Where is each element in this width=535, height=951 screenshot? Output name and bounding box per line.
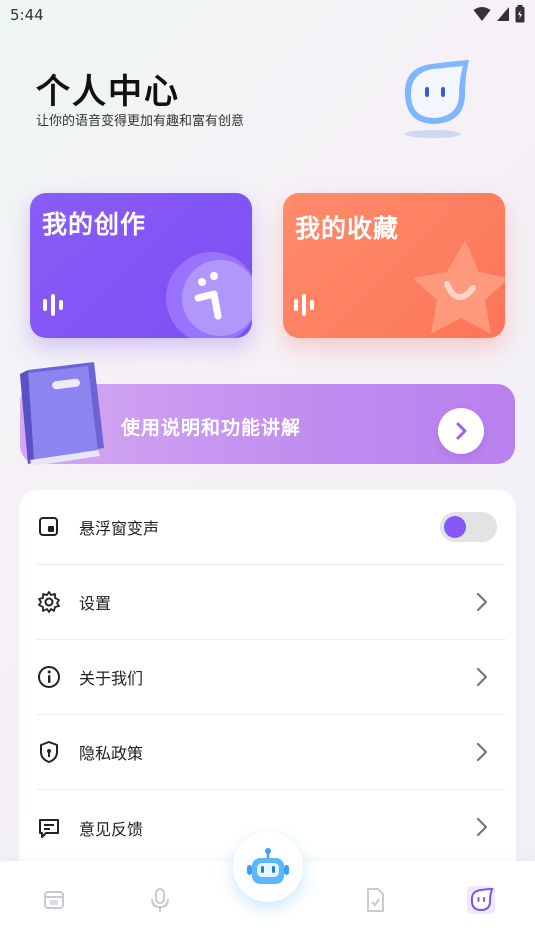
- page-title: 个人中心: [36, 72, 180, 112]
- menu-item-about[interactable]: 关于我们: [36, 640, 506, 715]
- guide-banner-text: 使用说明和功能讲解: [121, 417, 302, 439]
- menu-item-settings[interactable]: 设置: [36, 565, 506, 640]
- status-time: 5:44: [10, 6, 44, 24]
- shield-icon: [40, 741, 58, 763]
- my-creations-card[interactable]: 我的创作: [30, 193, 252, 338]
- sound-wave-icon: [294, 294, 314, 316]
- floating-window-icon: [39, 517, 58, 536]
- feedback-icon: [39, 818, 59, 838]
- signal-icon: [497, 7, 509, 21]
- menu-item-privacy[interactable]: 隐私政策: [36, 715, 506, 790]
- page-subtitle: 让你的语音变得更加有趣和富有创意: [36, 114, 245, 129]
- chevron-right-icon: [476, 592, 488, 612]
- chevron-right-icon: [476, 817, 488, 837]
- menu-item-label: 悬浮窗变声: [79, 519, 160, 538]
- toggle-knob: [444, 516, 466, 538]
- wifi-icon: [473, 7, 491, 21]
- robot-icon: [247, 848, 289, 884]
- my-favorites-title: 我的收藏: [295, 214, 400, 243]
- menu-item-label: 隐私政策: [79, 744, 144, 763]
- chevron-right-icon: [476, 667, 488, 687]
- menu-item-label: 关于我们: [79, 669, 144, 688]
- status-bar: 5:44: [0, 0, 535, 30]
- mascot-icon: [404, 60, 469, 138]
- menu-item-floating-voice[interactable]: 悬浮窗变声: [36, 490, 506, 565]
- my-creations-title: 我的创作: [42, 210, 147, 239]
- menu-item-label: 设置: [79, 594, 112, 613]
- nav-robot-button[interactable]: [233, 832, 303, 902]
- status-icons: [473, 5, 525, 23]
- star-art-icon: [413, 240, 505, 334]
- chevron-right-icon: [476, 742, 488, 762]
- battery-icon: [515, 5, 525, 23]
- menu-item-label: 意见反馈: [79, 819, 144, 839]
- gear-icon: [38, 591, 60, 613]
- nav-document-icon[interactable]: [361, 886, 389, 914]
- nav-profile-mascot-icon[interactable]: [467, 886, 495, 914]
- nav-home-icon[interactable]: [40, 886, 68, 914]
- guide-arrow-button[interactable]: [438, 408, 484, 454]
- info-icon: [38, 666, 60, 688]
- sound-wave-icon: [43, 294, 63, 316]
- my-favorites-card[interactable]: 我的收藏: [283, 193, 505, 338]
- book-icon: [20, 362, 104, 466]
- floating-voice-toggle[interactable]: [440, 512, 497, 542]
- creation-art-icon: [166, 252, 252, 338]
- chevron-right-icon: [456, 422, 467, 440]
- menu-panel: 悬浮窗变声 设置 关于我们 隐私政策 意见反馈: [19, 490, 516, 890]
- nav-microphone-icon[interactable]: [146, 886, 174, 914]
